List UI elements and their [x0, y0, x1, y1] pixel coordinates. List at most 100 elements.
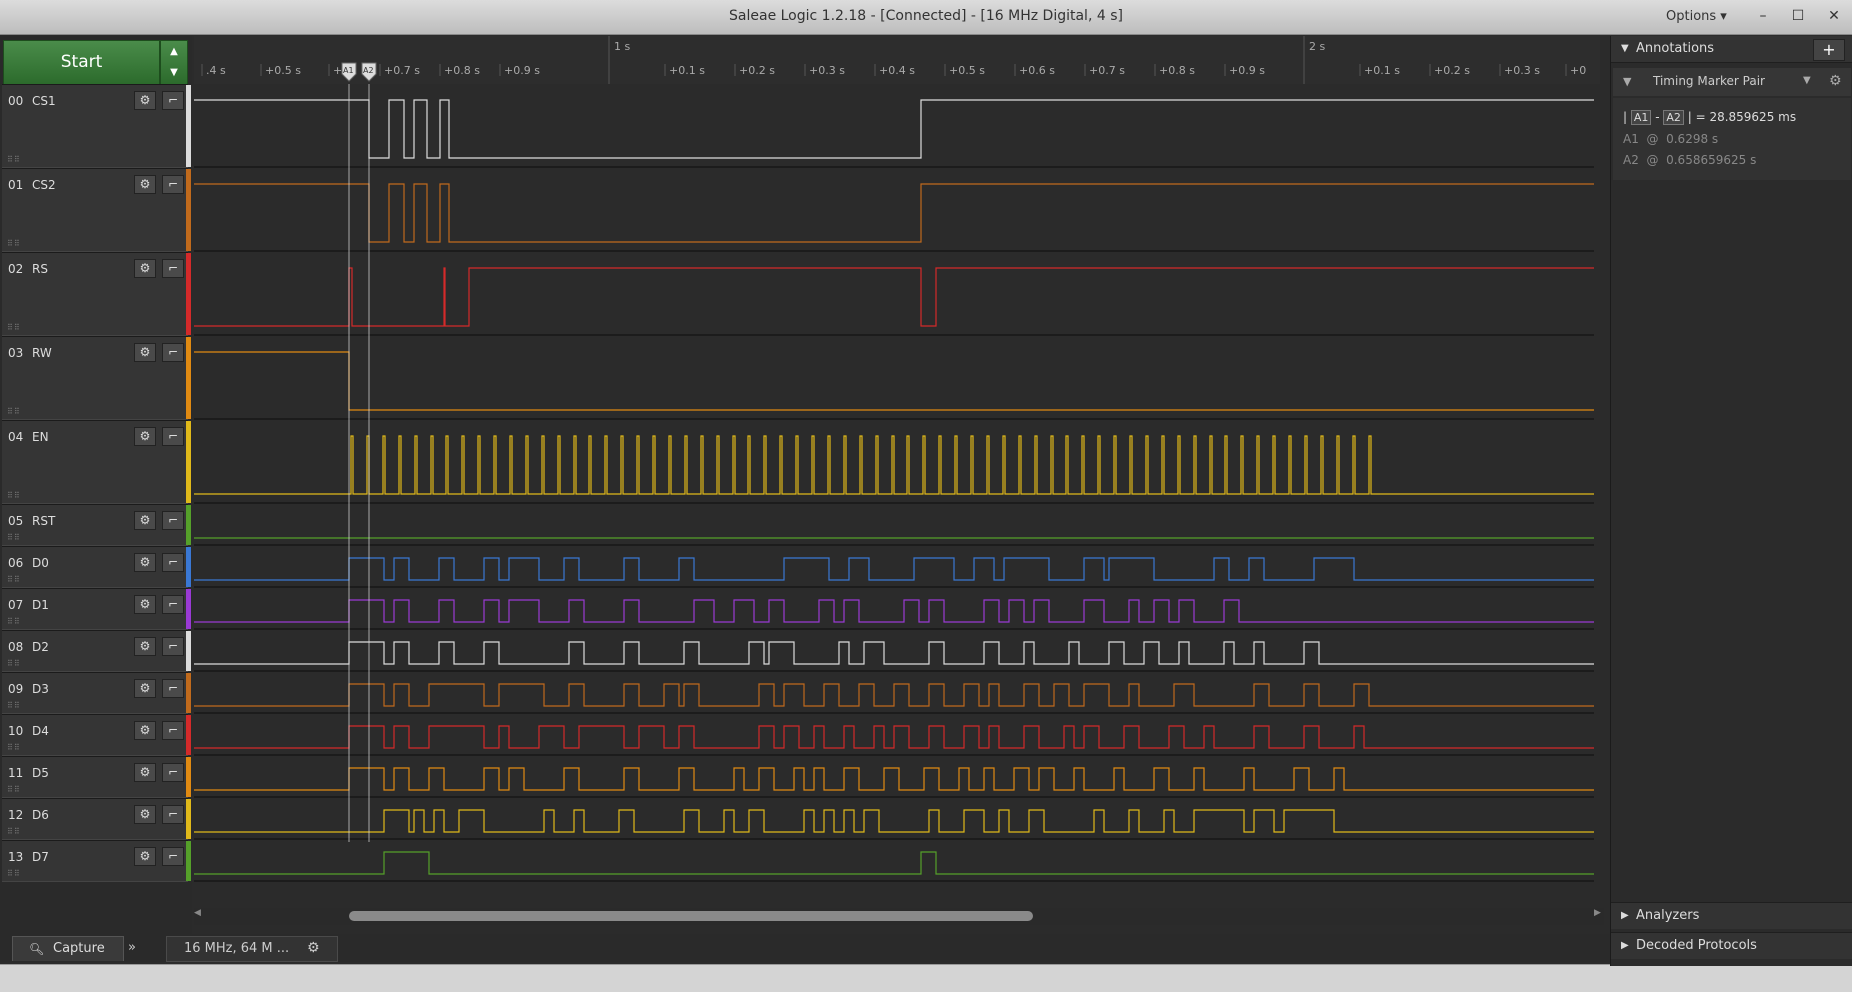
- maximize-button[interactable]: ☐: [1784, 4, 1812, 28]
- start-button[interactable]: Start: [3, 40, 160, 85]
- trigger-edge-icon[interactable]: ⌐: [162, 511, 184, 530]
- scroll-right-icon[interactable]: ▶: [1594, 908, 1601, 918]
- trigger-edge-icon[interactable]: ⌐: [162, 553, 184, 572]
- channel-name[interactable]: CS2: [32, 178, 56, 192]
- drag-handle-icon[interactable]: ⠿⠿: [7, 701, 21, 710]
- sample-rate-box[interactable]: 16 MHz, 64 M ... ⚙: [166, 936, 338, 962]
- gear-icon[interactable]: ⚙: [134, 343, 156, 362]
- channel-name[interactable]: D7: [32, 850, 49, 864]
- trigger-edge-icon[interactable]: ⌐: [162, 259, 184, 278]
- channel-row[interactable]: 05 RST ⚙ ⌐ ⠿⠿: [2, 504, 191, 546]
- drag-handle-icon[interactable]: ⠿⠿: [7, 323, 21, 332]
- channel-row[interactable]: 11 D5 ⚙ ⌐ ⠿⠿: [2, 756, 191, 798]
- channel-name[interactable]: D6: [32, 808, 49, 822]
- gear-icon[interactable]: ⚙: [134, 805, 156, 824]
- channel-name[interactable]: D5: [32, 766, 49, 780]
- channel-name[interactable]: RST: [32, 514, 55, 528]
- channel-name[interactable]: EN: [32, 430, 49, 444]
- gear-icon[interactable]: ⚙: [134, 511, 156, 530]
- trigger-edge-icon[interactable]: ⌐: [162, 175, 184, 194]
- gear-icon[interactable]: ⚙: [134, 259, 156, 278]
- drag-handle-icon[interactable]: ⠿⠿: [7, 491, 21, 500]
- channel-name[interactable]: RW: [32, 346, 52, 360]
- scroll-left-icon[interactable]: ◀: [194, 908, 201, 918]
- gear-icon[interactable]: ⚙: [307, 940, 320, 956]
- channel-row[interactable]: 10 D4 ⚙ ⌐ ⠿⠿: [2, 714, 191, 756]
- channel-row[interactable]: 02 RS ⚙ ⌐ ⠿⠿: [2, 252, 191, 336]
- options-menu[interactable]: Options ▾: [1666, 9, 1727, 24]
- trigger-edge-icon[interactable]: ⌐: [162, 721, 184, 740]
- trigger-edge-icon[interactable]: ⌐: [162, 595, 184, 614]
- expand-icon[interactable]: »: [128, 940, 136, 955]
- channel-row[interactable]: 09 D3 ⚙ ⌐ ⠿⠿: [2, 672, 191, 714]
- drag-handle-icon[interactable]: ⠿⠿: [7, 407, 21, 416]
- marker-type-select[interactable]: Timing Marker Pair: [1653, 74, 1765, 88]
- drag-handle-icon[interactable]: ⠿⠿: [7, 575, 21, 584]
- gear-icon[interactable]: ⚙: [134, 721, 156, 740]
- drag-handle-icon[interactable]: ⠿⠿: [7, 617, 21, 626]
- close-button[interactable]: ✕: [1820, 4, 1848, 28]
- waveform-trace: [194, 641, 1594, 665]
- trigger-edge-icon[interactable]: ⌐: [162, 637, 184, 656]
- start-options[interactable]: ▲ ▼: [160, 40, 188, 85]
- chevron-down-icon[interactable]: ▼: [161, 62, 187, 83]
- gear-icon[interactable]: ⚙: [134, 91, 156, 110]
- chevron-up-icon[interactable]: ▲: [161, 41, 187, 62]
- gear-icon[interactable]: ⚙: [134, 763, 156, 782]
- gear-icon[interactable]: ⚙: [134, 595, 156, 614]
- trigger-edge-icon[interactable]: ⌐: [162, 805, 184, 824]
- gear-icon[interactable]: ⚙: [134, 553, 156, 572]
- trigger-edge-icon[interactable]: ⌐: [162, 427, 184, 446]
- gear-icon[interactable]: ⚙: [134, 679, 156, 698]
- analyzers-header[interactable]: ▶ Analyzers: [1611, 902, 1852, 929]
- channel-row[interactable]: 07 D1 ⚙ ⌐ ⠿⠿: [2, 588, 191, 630]
- channel-row[interactable]: 12 D6 ⚙ ⌐ ⠿⠿: [2, 798, 191, 840]
- annotations-header[interactable]: ▼ Annotations +: [1611, 36, 1852, 63]
- drag-handle-icon[interactable]: ⠿⠿: [7, 533, 21, 542]
- add-annotation-button[interactable]: +: [1813, 39, 1845, 61]
- gear-icon[interactable]: ⚙: [134, 427, 156, 446]
- gear-icon[interactable]: ⚙: [134, 175, 156, 194]
- trigger-edge-icon[interactable]: ⌐: [162, 763, 184, 782]
- drag-handle-icon[interactable]: ⠿⠿: [7, 659, 21, 668]
- scroll-thumb[interactable]: [349, 911, 1033, 921]
- chevron-down-icon[interactable]: ▼: [1803, 75, 1811, 86]
- trigger-edge-icon[interactable]: ⌐: [162, 679, 184, 698]
- gear-icon[interactable]: ⚙: [134, 637, 156, 656]
- channel-row[interactable]: 03 RW ⚙ ⌐ ⠿⠿: [2, 336, 191, 420]
- timing-marker-row[interactable]: ▼ Timing Marker Pair ▼ ⚙: [1613, 68, 1851, 96]
- channel-row[interactable]: 00 CS1 ⚙ ⌐ ⠿⠿: [2, 84, 191, 168]
- decoded-protocols-header[interactable]: ▶ Decoded Protocols: [1611, 932, 1852, 959]
- trigger-edge-icon[interactable]: ⌐: [162, 343, 184, 362]
- channel-name[interactable]: RS: [32, 262, 48, 276]
- channel-color-stripe: [186, 799, 191, 839]
- drag-handle-icon[interactable]: ⠿⠿: [7, 239, 21, 248]
- minimize-button[interactable]: –: [1749, 4, 1777, 28]
- channel-row[interactable]: 01 CS2 ⚙ ⌐ ⠿⠿: [2, 168, 191, 252]
- drag-handle-icon[interactable]: ⠿⠿: [7, 785, 21, 794]
- gear-icon[interactable]: ⚙: [134, 847, 156, 866]
- horizontal-scrollbar[interactable]: ◀ ▶: [194, 908, 1604, 925]
- tab-capture[interactable]: 🔍︎ Capture: [12, 936, 124, 961]
- drag-handle-icon[interactable]: ⠿⠿: [7, 869, 21, 878]
- channel-name[interactable]: D1: [32, 598, 49, 612]
- drag-handle-icon[interactable]: ⠿⠿: [7, 827, 21, 836]
- time-ruler[interactable]: 1 s2 s.4 s+0.5 s+0.+0.7 s+0.8 s+0.9 s+0.…: [194, 36, 1600, 85]
- waveform-trace: [194, 725, 1594, 749]
- channel-name[interactable]: D0: [32, 556, 49, 570]
- channel-row[interactable]: 08 D2 ⚙ ⌐ ⠿⠿: [2, 630, 191, 672]
- channel-row[interactable]: 04 EN ⚙ ⌐ ⠿⠿: [2, 420, 191, 504]
- channel-row[interactable]: 06 D0 ⚙ ⌐ ⠿⠿: [2, 546, 191, 588]
- channel-name[interactable]: D4: [32, 724, 49, 738]
- drag-handle-icon[interactable]: ⠿⠿: [7, 155, 21, 164]
- waveform-area[interactable]: [194, 84, 1600, 886]
- channel-row[interactable]: 13 D7 ⚙ ⌐ ⠿⠿: [2, 840, 191, 882]
- drag-handle-icon[interactable]: ⠿⠿: [7, 743, 21, 752]
- trigger-edge-icon[interactable]: ⌐: [162, 847, 184, 866]
- channel-name[interactable]: D2: [32, 640, 49, 654]
- channel-name[interactable]: D3: [32, 682, 49, 696]
- trigger-edge-icon[interactable]: ⌐: [162, 91, 184, 110]
- gear-icon[interactable]: ⚙: [1829, 73, 1842, 89]
- channel-name[interactable]: CS1: [32, 94, 56, 108]
- ruler-minor-label: +0.7 s: [384, 64, 420, 77]
